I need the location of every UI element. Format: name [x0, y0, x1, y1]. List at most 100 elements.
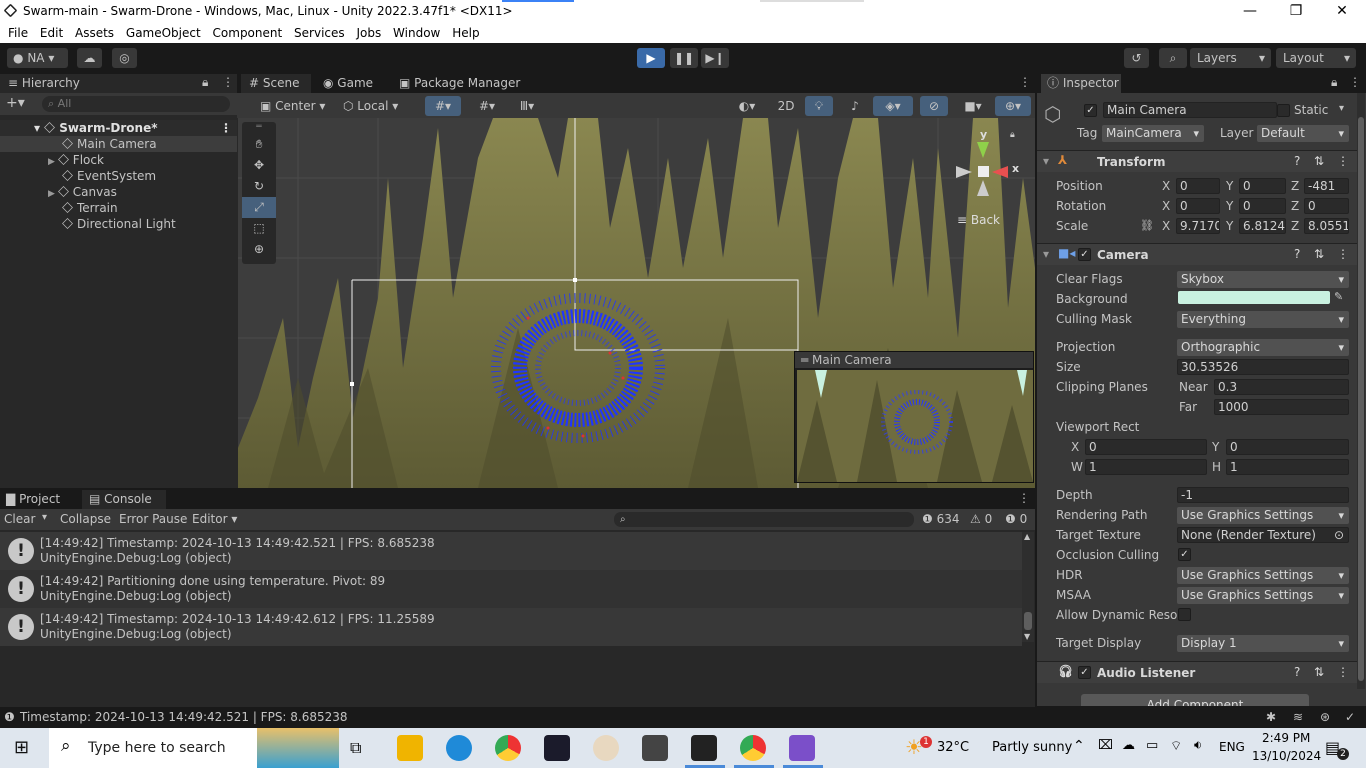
eyedropper-icon[interactable]: ✎: [1334, 290, 1343, 303]
rotate-tool-icon[interactable]: ↻: [242, 176, 276, 197]
collapse-button[interactable]: Collapse: [60, 512, 111, 526]
history-icon[interactable]: ↺: [1124, 48, 1149, 68]
tab-project[interactable]: ▇ Project: [6, 490, 60, 509]
unity-editor-icon[interactable]: [691, 735, 717, 761]
depth-field[interactable]: -1: [1177, 487, 1349, 503]
rotation-x-field[interactable]: 0: [1176, 198, 1220, 214]
msaa-dropdown[interactable]: Use Graphics Settings: [1177, 587, 1349, 604]
error-count-toggle[interactable]: ❶ 0: [1005, 512, 1027, 526]
menu-edit[interactable]: Edit: [32, 23, 63, 40]
restore-button[interactable]: ❐: [1273, 0, 1319, 23]
increment-snap-button[interactable]: Ⅲ▾: [509, 96, 545, 116]
viewport-x-field[interactable]: 0: [1085, 439, 1207, 455]
hierarchy-item-flock[interactable]: ▶ Flock: [0, 152, 237, 168]
transform-tool-icon[interactable]: ⊕: [242, 239, 276, 260]
wifi-icon[interactable]: ⌔: [1170, 738, 1182, 754]
layers-dropdown[interactable]: Layers ▾: [1190, 48, 1271, 68]
progress-icon[interactable]: ✓: [1345, 710, 1355, 724]
move-tool-icon[interactable]: ✥: [242, 155, 276, 176]
audio-listener-checkbox[interactable]: ✓: [1078, 666, 1091, 679]
object-name-field[interactable]: Main Camera: [1103, 102, 1277, 118]
hierarchy-search-input[interactable]: ⌕ All: [42, 96, 230, 112]
size-field[interactable]: 30.53526: [1177, 359, 1349, 375]
2d-toggle[interactable]: 2D: [772, 96, 800, 116]
log-entry[interactable]: ! [14:49:42] Timestamp: 2024-10-13 14:49…: [0, 532, 1022, 570]
clock-date[interactable]: 13/10/2024: [1252, 749, 1321, 763]
far-field[interactable]: 1000: [1214, 399, 1349, 415]
menu-services[interactable]: Services: [286, 23, 345, 40]
near-field[interactable]: 0.3: [1214, 379, 1349, 395]
pause-button[interactable]: ❚❚: [670, 48, 698, 68]
tab-game[interactable]: ◉ Game: [323, 74, 373, 93]
gizmos-dropdown[interactable]: ⊕▾: [995, 96, 1031, 116]
task-view-icon[interactable]: ⧉: [350, 738, 361, 758]
tray-icon[interactable]: ⌧: [1098, 738, 1113, 753]
file-explorer-icon[interactable]: [397, 735, 423, 761]
bug-icon[interactable]: ✱: [1266, 710, 1276, 724]
kebab-menu-icon[interactable]: ⋮: [1337, 665, 1349, 679]
chrome-icon[interactable]: [740, 735, 766, 761]
menu-window[interactable]: Window: [385, 23, 440, 40]
unity-hub-icon[interactable]: [642, 735, 668, 761]
position-x-field[interactable]: 0: [1176, 178, 1220, 194]
windows-start-icon[interactable]: ⊞: [14, 737, 29, 758]
scale-z-field[interactable]: 8.0551: [1304, 218, 1349, 234]
play-button[interactable]: ▶: [637, 48, 665, 68]
status-message[interactable]: Timestamp: 2024-10-13 14:49:42.521 | FPS…: [20, 710, 348, 724]
tab-scene[interactable]: # Scene: [241, 74, 311, 93]
menu-gameobject[interactable]: GameObject: [118, 23, 201, 40]
scale-tool-icon[interactable]: ⤢: [242, 197, 276, 218]
kebab-menu-icon[interactable]: ⋮: [222, 75, 234, 89]
layout-dropdown[interactable]: Layout ▾: [1276, 48, 1356, 68]
hierarchy-item-main-camera[interactable]: Main Camera: [0, 136, 237, 152]
shading-mode-dropdown[interactable]: ◐▾: [729, 96, 765, 116]
preset-icon[interactable]: ⇅: [1314, 665, 1324, 679]
add-icon[interactable]: +▾: [6, 95, 25, 111]
kebab-menu-icon[interactable]: ⋮: [1337, 247, 1349, 261]
preset-icon[interactable]: ⇅: [1314, 247, 1324, 261]
kebab-menu-icon[interactable]: ⋮: [1349, 75, 1361, 89]
add-component-button[interactable]: Add Component: [1081, 694, 1309, 706]
projection-dropdown[interactable]: Orthographic: [1177, 339, 1349, 356]
account-dropdown[interactable]: ● NA ▾: [7, 48, 68, 68]
clock-time[interactable]: 2:49 PM: [1262, 731, 1310, 745]
tab-inspector[interactable]: ⓘ Inspector: [1041, 74, 1121, 93]
kebab-menu-icon[interactable]: ⋮: [1019, 75, 1031, 89]
chrome-icon[interactable]: [495, 735, 521, 761]
static-dropdown-icon[interactable]: ▾: [1339, 103, 1344, 114]
help-icon[interactable]: ?: [1294, 247, 1300, 261]
help-icon[interactable]: ?: [1294, 154, 1300, 168]
clear-flags-dropdown[interactable]: Skybox: [1177, 271, 1349, 288]
editor-dropdown[interactable]: Editor ▾: [192, 512, 237, 526]
menu-file[interactable]: File: [0, 23, 28, 40]
rotation-z-field[interactable]: 0: [1304, 198, 1349, 214]
volume-icon[interactable]: 🔉︎: [1194, 738, 1202, 753]
hidden-objects-toggle[interactable]: ⊘: [920, 96, 948, 116]
viewport-w-field[interactable]: 1: [1085, 459, 1207, 475]
scale-x-field[interactable]: 9.7170: [1176, 218, 1220, 234]
app-icon[interactable]: [544, 735, 570, 761]
effects-dropdown[interactable]: ◈▾: [873, 96, 913, 116]
debug-icon[interactable]: ⊛: [1320, 710, 1330, 724]
grid-toggle-button[interactable]: #▾: [469, 96, 505, 116]
tab-package-manager[interactable]: ▣ Package Manager: [399, 74, 520, 93]
space-dropdown[interactable]: ⬡ Local ▾: [338, 96, 406, 116]
lock-icon[interactable]: 🔒︎: [202, 75, 208, 90]
hierarchy-item-canvas[interactable]: ▶ Canvas: [0, 184, 237, 200]
grid-snap-button[interactable]: #▾: [425, 96, 461, 116]
menu-jobs[interactable]: Jobs: [348, 23, 381, 40]
hand-tool-icon[interactable]: ✋︎: [242, 134, 276, 155]
hierarchy-tab[interactable]: ≡ Hierarchy: [8, 74, 80, 93]
battery-icon[interactable]: ▭: [1146, 738, 1158, 753]
collab-icon[interactable]: ◎: [112, 48, 137, 68]
warning-count-toggle[interactable]: ⚠ 0: [970, 512, 992, 526]
search-icon[interactable]: ⌕: [1159, 48, 1187, 68]
dynamic-resolution-checkbox[interactable]: [1178, 608, 1191, 621]
hierarchy-item-terrain[interactable]: Terrain: [0, 200, 237, 216]
culling-mask-dropdown[interactable]: Everything: [1177, 311, 1349, 328]
preset-icon[interactable]: ⇅: [1314, 154, 1324, 168]
target-display-dropdown[interactable]: Display 1: [1177, 635, 1349, 652]
clear-button[interactable]: Clear: [4, 512, 35, 526]
help-icon[interactable]: ?: [1294, 665, 1300, 679]
kebab-menu-icon[interactable]: ⋮: [1018, 491, 1030, 505]
